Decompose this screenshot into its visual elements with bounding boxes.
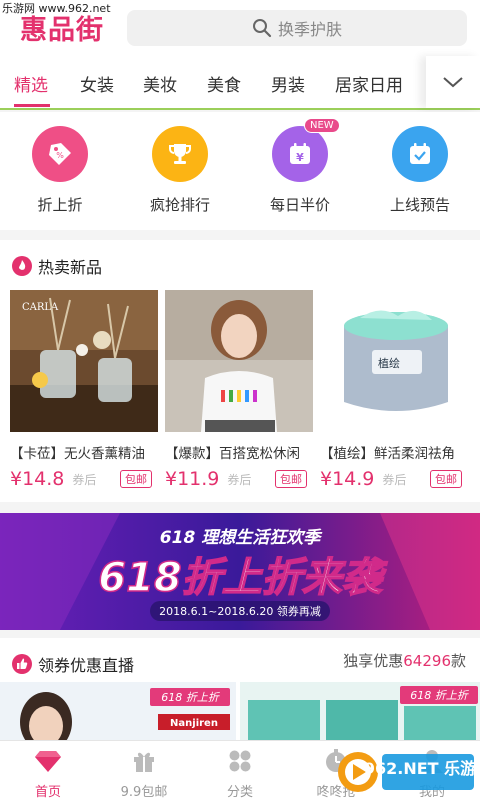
coupon-note: 券后 <box>72 472 97 487</box>
tab-featured[interactable]: 精选 <box>14 71 48 96</box>
price-row: ¥14.8 券后 包邮 <box>10 468 158 490</box>
product-card[interactable]: CARLA 【卡莅】无火香薰精油 ¥14.8 券后 包邮 <box>10 290 158 490</box>
svg-text:¥: ¥ <box>296 151 304 164</box>
cat-label: 上线预告 <box>389 196 450 214</box>
product-image <box>165 290 313 432</box>
svg-text:Nanjiren: Nanjiren <box>170 718 218 729</box>
coupon-item-image[interactable]: 618 折上折 <box>240 682 480 748</box>
calendar-yen-icon: ¥ <box>272 126 328 182</box>
cat-preview[interactable]: 上线预告 <box>370 126 470 215</box>
calendar-check-icon <box>392 126 448 182</box>
exclusive-number: 64296 <box>403 652 451 670</box>
active-tab-indicator <box>14 104 50 107</box>
new-badge: NEW <box>304 118 340 133</box>
cat-discount[interactable]: % 折上折 <box>10 126 110 215</box>
cat-label: 折上折 <box>37 196 83 214</box>
tab-food[interactable]: 美食 <box>207 71 241 96</box>
tabs-expand-button[interactable] <box>426 56 480 108</box>
product-price: ¥14.9 <box>320 468 375 490</box>
tab-women[interactable]: 女装 <box>80 71 114 96</box>
promo-banner[interactable]: 618 理想生活狂欢季 618折上折来袭 2018.6.1~2018.6.20 … <box>0 513 480 630</box>
product-card[interactable]: 植绘 【植绘】鲜活柔润祛角 ¥14.9 券后 包邮 <box>320 290 468 490</box>
coupon-note: 券后 <box>227 472 252 487</box>
grid-icon <box>229 750 251 772</box>
section-title-text: 热卖新品 <box>38 258 103 277</box>
product-name: 【卡莅】无火香薰精油 <box>10 446 145 462</box>
nav-home[interactable]: 首页 <box>0 747 96 800</box>
price-row: ¥11.9 券后 包邮 <box>165 468 313 490</box>
nav-label: 9.9包邮 <box>120 785 168 800</box>
svg-text:%: % <box>56 151 64 160</box>
cat-label: 每日半价 <box>269 196 330 214</box>
product-name: 【爆款】百搭宽松休闲 <box>165 446 300 462</box>
nav-category[interactable]: 分类 <box>192 747 288 800</box>
product-name: 【植绘】鲜活柔润祛角 <box>320 446 455 462</box>
svg-text:962.NET 乐游网: 962.NET 乐游网 <box>364 759 476 778</box>
product-image: 植绘 <box>320 290 468 432</box>
chevron-down-icon <box>443 77 463 88</box>
coupon-item-image[interactable]: 618 折上折 Nanjiren <box>0 682 236 748</box>
diamond-icon <box>35 751 61 772</box>
price-row: ¥14.9 券后 包邮 <box>320 468 468 490</box>
coupon-note: 券后 <box>382 472 407 487</box>
nav-label: 分类 <box>226 785 253 800</box>
free-shipping-tag: 包邮 <box>120 470 152 488</box>
tab-men[interactable]: 男装 <box>271 71 305 96</box>
nav-free-shipping[interactable]: 9.9包邮 <box>96 747 192 800</box>
section-title-text: 领券优惠直播 <box>38 656 135 675</box>
svg-text:CARLA: CARLA <box>22 302 59 313</box>
category-tabs: 精选 女装 美妆 美食 男装 居家日用 <box>0 56 480 110</box>
cat-ranking[interactable]: 疯抢排行 <box>130 126 230 215</box>
cat-label: 疯抢排行 <box>149 196 210 214</box>
search-placeholder: 换季护肤 <box>277 20 342 39</box>
exclusive-prefix: 独享优惠 <box>343 652 404 670</box>
exclusive-count[interactable]: 独享优惠64296款 <box>343 650 466 671</box>
hot-products-section: 热卖新品 CARLA 【卡莅】无火香薰精油 ¥14.8 券后 包邮 【爆款】百搭… <box>0 240 480 502</box>
section-title: 热卖新品 <box>12 254 102 278</box>
tag-icon: % <box>32 126 88 182</box>
product-image: CARLA <box>10 290 158 432</box>
nav-label: 首页 <box>34 785 61 800</box>
svg-text:植绘: 植绘 <box>378 356 400 370</box>
product-price: ¥11.9 <box>165 468 220 490</box>
trophy-icon <box>152 126 208 182</box>
section-title: 领券优惠直播 <box>12 652 134 676</box>
free-shipping-tag: 包邮 <box>430 470 462 488</box>
product-price: ¥14.8 <box>10 468 65 490</box>
flame-icon <box>12 256 32 276</box>
app-screen: 惠品街 换季护肤 乐游网 www.962.net 精选 女装 美妆 美食 男装 … <box>0 0 480 800</box>
svg-text:618 折上折: 618 折上折 <box>410 689 469 702</box>
svg-text:618 折上折: 618 折上折 <box>161 691 220 704</box>
gift-icon <box>134 752 154 772</box>
product-card[interactable]: 【爆款】百搭宽松休闲 ¥11.9 券后 包邮 <box>165 290 313 490</box>
tab-home[interactable]: 居家日用 <box>335 71 403 96</box>
quick-categories: % 折上折 疯抢排行 ¥ NEW 每日半价 上线预告 <box>0 112 480 230</box>
banner-line1: 618 理想生活狂欢季 <box>160 528 323 548</box>
coupon-live-section: 领券优惠直播 独享优惠64296款 618 折上折 Nanjiren 618 折… <box>0 638 480 748</box>
thumbs-up-icon <box>12 654 32 674</box>
exclusive-suffix: 款 <box>450 652 466 670</box>
search-icon <box>252 19 272 38</box>
site-watermark: 乐游网 www.962.net <box>2 2 111 15</box>
tab-beauty[interactable]: 美妆 <box>143 71 177 96</box>
banner-line2: 618折上折来袭 <box>98 555 387 601</box>
cat-half-price[interactable]: ¥ NEW 每日半价 <box>250 118 350 215</box>
site-logo-watermark: 962.NET 乐游网 <box>336 748 480 796</box>
banner-line3: 2018.6.1~2018.6.20 领券再减 <box>159 604 321 618</box>
search-bar[interactable]: 换季护肤 <box>127 10 467 46</box>
free-shipping-tag: 包邮 <box>275 470 307 488</box>
